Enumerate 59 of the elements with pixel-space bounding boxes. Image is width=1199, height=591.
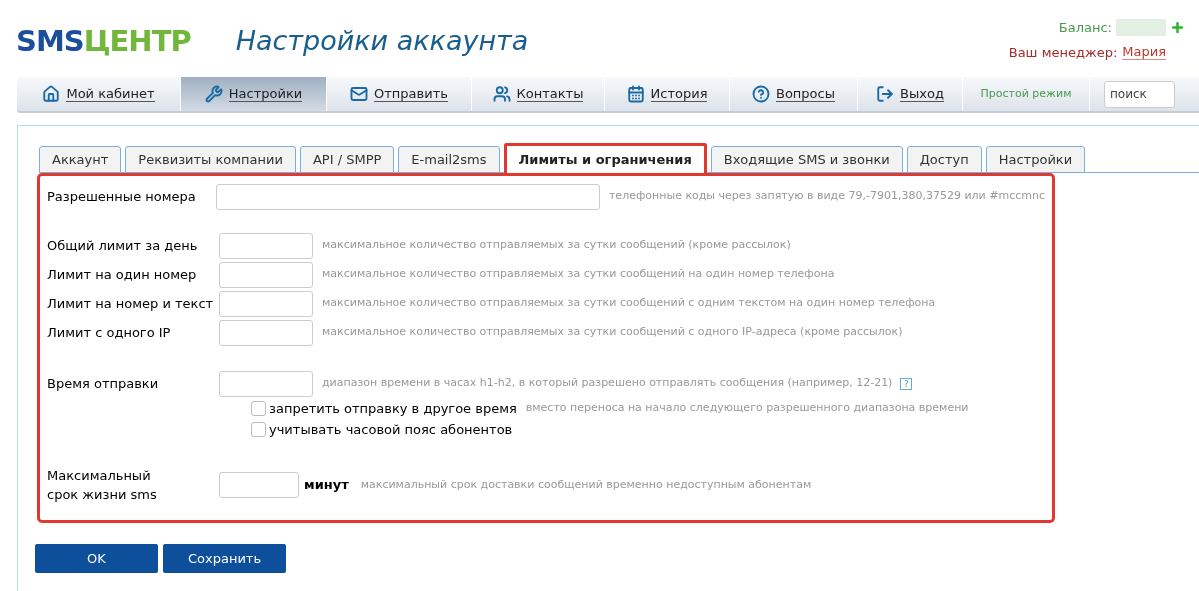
field-label: Время отправки	[47, 374, 160, 393]
checkbox-label: запретить отправку в другое время	[269, 399, 517, 418]
balance-label: Баланс:	[1058, 19, 1112, 37]
exit-icon	[876, 85, 895, 103]
nav-item[interactable]: Контакты	[472, 77, 605, 111]
home-icon	[42, 85, 61, 103]
tab[interactable]: Настройки	[985, 146, 1086, 173]
field-label: Разрешенные номера	[47, 187, 197, 206]
field-label: Максимальный срок жизни sms	[47, 467, 158, 504]
nav-item[interactable]: Выход	[858, 77, 963, 111]
input-field[interactable]	[219, 370, 313, 397]
add-icon[interactable]	[1170, 20, 1185, 36]
logo[interactable]: SMSЦЕНТР	[16, 24, 191, 58]
checkbox-label: учитывать часовой пояс абонентов	[269, 420, 513, 439]
tab[interactable]: E-mail2sms	[398, 146, 500, 173]
page-title: Настройки аккаунта	[235, 24, 529, 58]
unit-label: минут	[304, 476, 349, 495]
field-hint: максимальное количество отправляемых за сутки сообщений на один номер телефона	[322, 266, 835, 283]
manager-link[interactable]: Мария	[1122, 44, 1166, 61]
tab[interactable]: Лимиты и ограничения	[503, 143, 707, 173]
field-hint: диапазон времени в часах h1-h2, в который разрешено отправлять сообщения (например, 12-21)	[322, 375, 893, 392]
input-field[interactable]	[219, 319, 313, 346]
action-button[interactable]: OK	[35, 544, 158, 573]
nav-item[interactable]: Отправить	[327, 77, 472, 111]
field-hint: максимальное количество отправляемых за сутки сообщений с одним текстом на один номер телефона	[322, 295, 936, 312]
field-hint: максимальное количество отправляемых за сутки сообщений (кроме рассылок)	[322, 237, 791, 254]
field-label: Общий лимит за день	[47, 236, 199, 255]
field-label: Лимит на номер и текст	[47, 294, 215, 313]
field-label: Лимит на один номер	[47, 265, 198, 284]
tools-icon	[204, 85, 223, 103]
tab[interactable]: Доступ	[906, 146, 982, 173]
mail-icon	[350, 85, 369, 103]
nav-item[interactable]: Вопросы	[730, 77, 858, 111]
users-icon	[492, 85, 511, 103]
nav-item[interactable]: Настройки	[181, 77, 327, 111]
help-icon[interactable]: ?	[900, 377, 913, 390]
field-hint: телефонные коды через запятую в виде 79,-7901,380,37529 или #mccmnc	[608, 188, 1045, 205]
input-field[interactable]	[219, 290, 313, 317]
tab[interactable]: Входящие SMS и звонки	[710, 146, 903, 173]
field-label: Лимит с одного IP	[47, 323, 172, 342]
action-button[interactable]: Сохранить	[163, 544, 286, 573]
manager-label: Ваш менеджер:	[1008, 43, 1118, 62]
tab[interactable]: Реквизиты компании	[125, 146, 296, 173]
redacted-value	[1116, 19, 1166, 37]
field-hint: максимальное количество отправляемых за сутки сообщений с одного IP-адреса (кроме рассылок)	[322, 324, 903, 341]
field-hint: вместо переноса на начало следующего разрешенного диапазона времени	[525, 400, 969, 417]
input-field[interactable]	[219, 261, 313, 288]
input-field[interactable]	[219, 232, 313, 259]
search-field[interactable]: поиск	[1104, 80, 1175, 108]
nav-item[interactable]: История	[605, 77, 730, 111]
input-field[interactable]	[219, 472, 299, 498]
tab[interactable]: API / SMPP	[299, 146, 395, 173]
calendar-icon	[626, 85, 645, 103]
question-icon	[752, 85, 770, 103]
checkbox[interactable]	[251, 401, 266, 416]
input-field[interactable]	[216, 183, 600, 210]
checkbox[interactable]	[251, 422, 266, 437]
tab[interactable]: Аккаунт	[39, 146, 122, 173]
field-hint: максимальный срок доставки сообщений временно недоступным абонентам	[360, 476, 812, 493]
